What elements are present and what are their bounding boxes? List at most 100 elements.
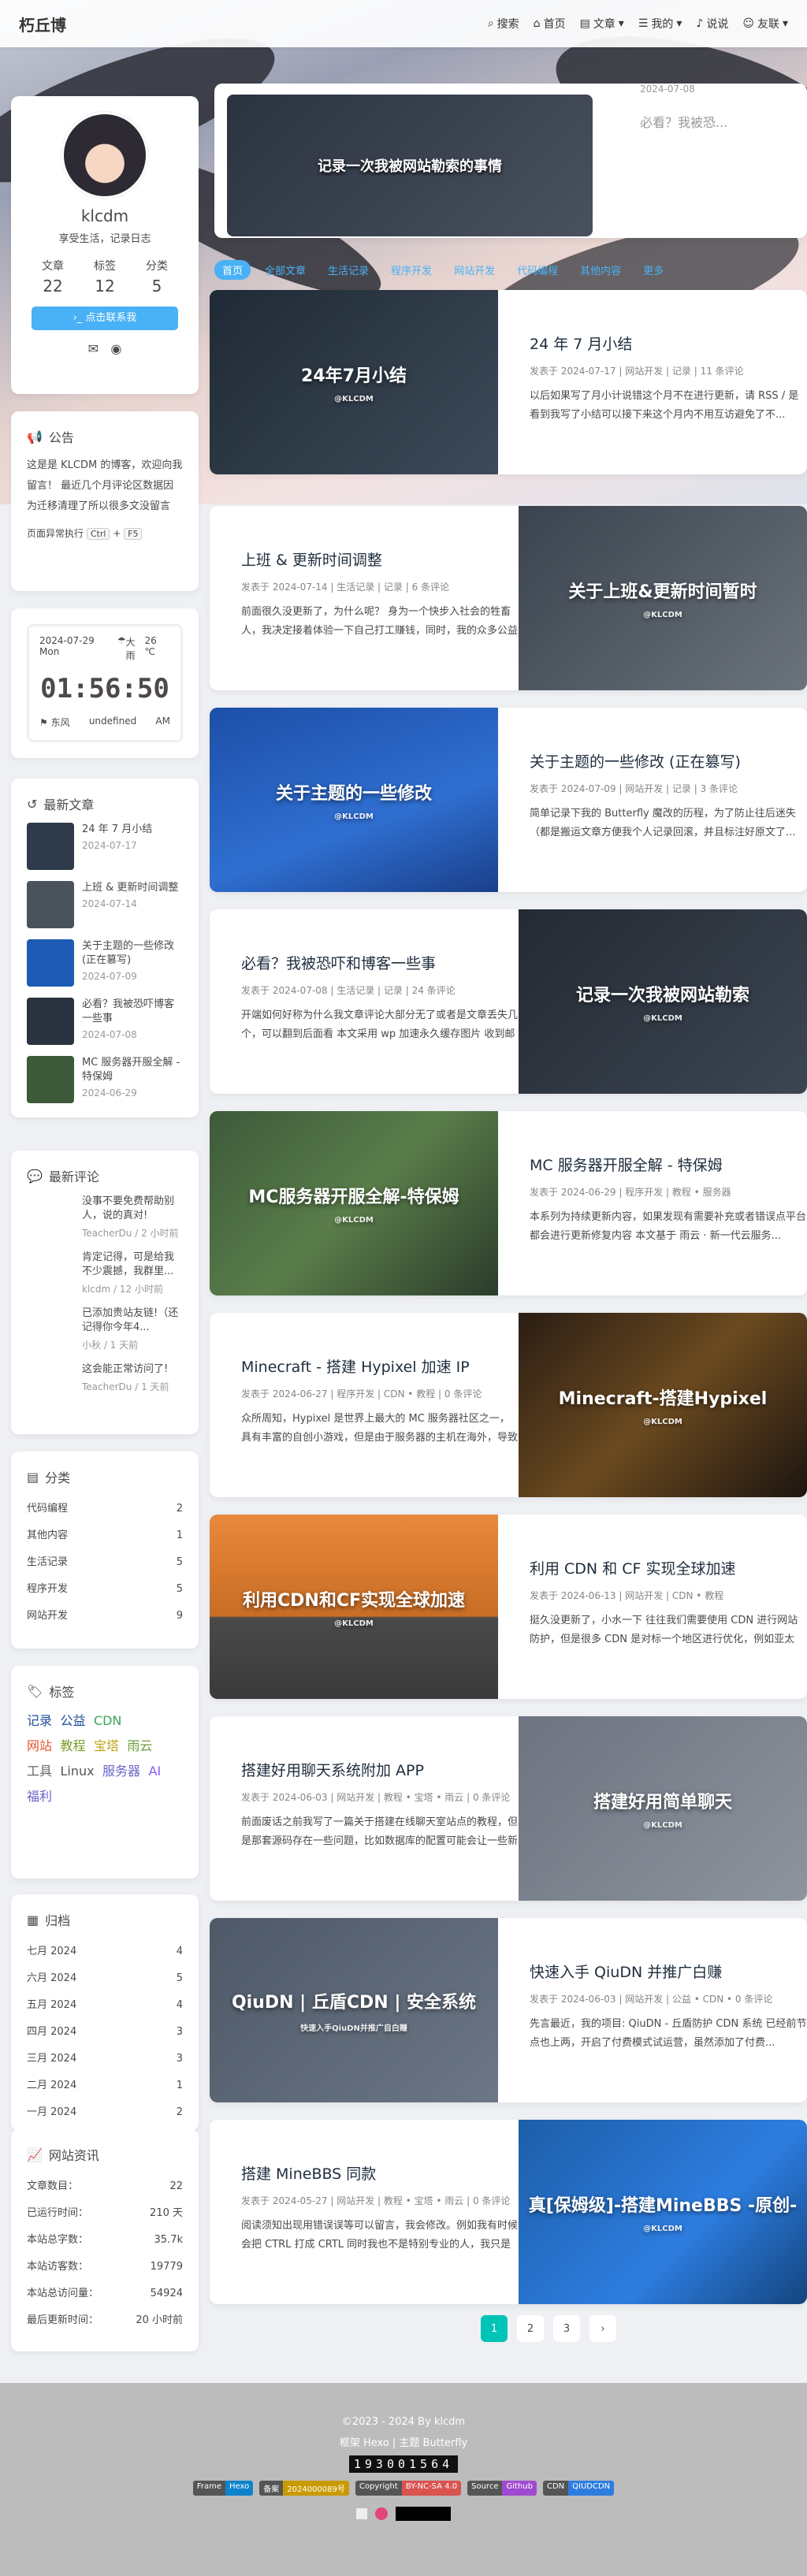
- post-cover[interactable]: Minecraft-搭建Hypixel @KLCDM: [519, 1313, 807, 1497]
- post-cover[interactable]: MC服务器开服全解-特保姆 @KLCDM: [210, 1111, 498, 1295]
- tag-item[interactable]: 福利: [27, 1786, 52, 1805]
- comment-item[interactable]: 肯定记得，可是给我不少震撼，我群里... klcdm / 12 小时前: [27, 1251, 183, 1295]
- tab-dev[interactable]: 程序开发: [383, 260, 440, 280]
- nav-search[interactable]: ⌕ 搜索: [488, 16, 519, 32]
- nav-talk[interactable]: ♪ 说说: [696, 16, 728, 32]
- category-item[interactable]: 网站开发 9: [27, 1603, 183, 1630]
- post-title[interactable]: 关于主题的一些修改 (正在篡写): [530, 750, 807, 771]
- recent-post[interactable]: 必看？我被恐吓博客一些事 2024-07-08: [27, 998, 183, 1045]
- archive-item[interactable]: 七月 2024 4: [27, 1939, 183, 1965]
- nav-home[interactable]: ⌂ 首页: [534, 16, 566, 32]
- archive-item[interactable]: 五月 2024 4: [27, 1992, 183, 2019]
- tag-item[interactable]: 记录: [27, 1710, 52, 1729]
- post-title[interactable]: 必看？我被恐吓和博客一些事: [241, 952, 519, 973]
- recent-posts-card: ↺ 最新文章 24 年 7 月小结 2024-07-17 上班 & 更新时间调整 20…: [11, 779, 199, 1117]
- tab-other[interactable]: 其他内容: [572, 260, 629, 280]
- stat-categories[interactable]: 分类 5: [146, 258, 168, 296]
- archive-item[interactable]: 二月 2024 1: [27, 2072, 183, 2099]
- post-title[interactable]: Minecraft - 搭建 Hypixel 加速 IP: [241, 1355, 519, 1377]
- post-card[interactable]: 搭建 MineBBS 同款发表于 2024-05-27 | 网站开发 | 教程 …: [210, 2120, 807, 2304]
- post-card[interactable]: 利用CDN和CF实现全球加速 @KLCDM 利用 CDN 和 CF 实现全球加速发…: [210, 1515, 807, 1699]
- post-title[interactable]: 利用 CDN 和 CF 实现全球加速: [530, 1557, 807, 1578]
- page-1[interactable]: 1: [481, 2315, 508, 2342]
- post-title[interactable]: 上班 & 更新时间调整: [241, 548, 519, 570]
- category-item[interactable]: 生活记录 5: [27, 1549, 183, 1576]
- tab-home[interactable]: 首页: [214, 260, 251, 280]
- page-2[interactable]: 2: [517, 2315, 544, 2342]
- email-icon[interactable]: ✉: [88, 341, 99, 356]
- post-card[interactable]: MC服务器开服全解-特保姆 @KLCDM MC 服务器开服全解 - 特保姆 发表于 …: [210, 1111, 807, 1295]
- recent-post[interactable]: 上班 & 更新时间调整 2024-07-14: [27, 881, 183, 928]
- post-cover[interactable]: QiuDN | 丘盾CDN | 安全系统 快速入手QiuDN并推广自白赚: [210, 1918, 498, 2102]
- post-title[interactable]: 24 年 7 月小结: [530, 333, 807, 354]
- tag-item[interactable]: 宝塔: [94, 1735, 119, 1754]
- archive-item[interactable]: 三月 2024 3: [27, 2046, 183, 2072]
- recent-post[interactable]: MC 服务器开服全解 - 特保姆 2024-06-29: [27, 1056, 183, 1103]
- post-title[interactable]: 搭建好用聊天系统附加 APP: [241, 1759, 519, 1780]
- post-title[interactable]: MC 服务器开服全解 - 特保姆: [530, 1154, 807, 1175]
- post-excerpt: 前面很久没更新了，为什么呢？ 身为一个快步入社会的牲畜人，我决定接着体验一下自己…: [241, 606, 519, 637]
- post-card[interactable]: 关于主题的一些修改 @KLCDM 关于主题的一些修改 (正在篡写) 发表于 2024…: [210, 708, 807, 892]
- tag-item[interactable]: 教程: [60, 1735, 85, 1754]
- tag-item[interactable]: CDN: [94, 1713, 121, 1728]
- post-meta: 发表于 2024-05-27 | 网站开发 | 教程 • 宝塔 • 雨云 | 0…: [241, 2195, 511, 2206]
- tab-all[interactable]: 全部文章: [257, 260, 314, 280]
- tab-code[interactable]: 代码编程: [509, 260, 566, 280]
- tag-item[interactable]: AI: [149, 1764, 162, 1779]
- post-card[interactable]: 上班 & 更新时间调整 发表于 2024-07-14 | 生活记录 | 记录 | …: [210, 506, 807, 690]
- tag-item[interactable]: 工具: [27, 1760, 52, 1779]
- post-card[interactable]: 必看？我被恐吓和博客一些事 发表于 2024-07-08 | 生活记录 | 记录 …: [210, 909, 807, 1094]
- post-cover[interactable]: 搭建好用简单聊天 @KLCDM: [519, 1716, 807, 1901]
- category-item[interactable]: 其他内容 1: [27, 1522, 183, 1549]
- tag-item[interactable]: 公益: [60, 1710, 85, 1729]
- contact-button[interactable]: ›_ 点击联系我: [32, 307, 178, 330]
- post-card[interactable]: QiuDN | 丘盾CDN | 安全系统 快速入手QiuDN并推广自白赚 快速入手…: [210, 1918, 807, 2102]
- brand-logo[interactable]: 朽丘博: [19, 13, 66, 35]
- tag-item[interactable]: Linux: [60, 1764, 94, 1779]
- badge[interactable]: Copyright BY-NC-SA 4.0: [355, 2481, 462, 2496]
- badge[interactable]: 备案 2024000089号: [259, 2481, 349, 2496]
- category-item[interactable]: 程序开发 5: [27, 1576, 183, 1603]
- tag-item[interactable]: 网站: [27, 1735, 52, 1754]
- tab-life[interactable]: 生活记录: [320, 260, 377, 280]
- post-card[interactable]: 24年7月小结 @KLCDM 24 年 7 月小结 发表于 2024-07-17 |…: [210, 290, 807, 474]
- post-cover[interactable]: 真[保姆级]-搭建MineBBS -原创- @KLCDM: [519, 2120, 807, 2304]
- tab-web[interactable]: 网站开发: [446, 260, 503, 280]
- page-3[interactable]: 3: [553, 2315, 580, 2342]
- stat-tags[interactable]: 标签 12: [94, 258, 116, 296]
- comment-item[interactable]: 没事不要免费帮助别人，说的真对! TeacherDu / 2 小时前: [27, 1195, 183, 1240]
- post-cover[interactable]: 关于上班&更新时间暂时 @KLCDM: [519, 506, 807, 690]
- nav-articles[interactable]: ▤ 文章 ▾: [580, 16, 624, 32]
- category-item[interactable]: 代码编程 2: [27, 1496, 183, 1522]
- archive-item[interactable]: 六月 2024 5: [27, 1965, 183, 1992]
- tag-item[interactable]: 雨云: [127, 1735, 152, 1754]
- recent-post[interactable]: 关于主题的一些修改 (正在篡写) 2024-07-09: [27, 939, 183, 987]
- archive-item[interactable]: 一月 2024 2: [27, 2099, 183, 2126]
- rss-icon[interactable]: ◉: [110, 341, 121, 356]
- featured-title[interactable]: 必看？我被恐...: [640, 112, 727, 131]
- badge[interactable]: CDN QIUDCDN: [542, 2481, 615, 2496]
- nav-mine[interactable]: ☰ 我的 ▾: [638, 16, 682, 32]
- nav-friends[interactable]: ☺ 友联 ▾: [742, 16, 788, 32]
- badge[interactable]: Source Github: [467, 2481, 537, 2496]
- post-cover[interactable]: 记录一次我被网站勒索 @KLCDM: [519, 909, 807, 1094]
- archive-item[interactable]: 四月 2024 3: [27, 2019, 183, 2046]
- post-cover[interactable]: 关于主题的一些修改 @KLCDM: [210, 708, 498, 892]
- featured-post[interactable]: 记录一次我被网站勒索的事情 2024-07-08 必看？我被恐...: [214, 84, 807, 238]
- post-title[interactable]: 快速入手 QiuDN 并推广白赚: [530, 1961, 807, 1982]
- stat-articles[interactable]: 文章 22: [42, 258, 64, 296]
- comment-item[interactable]: 这会能正常访问了! TeacherDu / 1 天前: [27, 1362, 183, 1393]
- post-card[interactable]: 搭建好用聊天系统附加 APP 发表于 2024-06-03 | 网站开发 | 教程…: [210, 1716, 807, 1901]
- post-card[interactable]: Minecraft - 搭建 Hypixel 加速 IP 发表于 2024-06-…: [210, 1313, 807, 1497]
- post-cover[interactable]: 利用CDN和CF实现全球加速 @KLCDM: [210, 1515, 498, 1699]
- recent-post[interactable]: 24 年 7 月小结 2024-07-17: [27, 823, 183, 870]
- comment-item[interactable]: 已添加贵站友链!（还记得你今年4... 小秋 / 1 天前: [27, 1307, 183, 1351]
- next-page-button[interactable]: ›: [589, 2315, 616, 2342]
- post-cover[interactable]: 24年7月小结 @KLCDM: [210, 290, 498, 474]
- clock-date: 2024-07-29 Mon: [39, 635, 95, 657]
- tag-item[interactable]: 服务器: [102, 1760, 140, 1779]
- badge[interactable]: Frame Hexo: [192, 2481, 254, 2496]
- avatar[interactable]: [61, 112, 148, 199]
- tab-more[interactable]: 更多: [635, 260, 671, 280]
- post-title[interactable]: 搭建 MineBBS 同款: [241, 2162, 519, 2184]
